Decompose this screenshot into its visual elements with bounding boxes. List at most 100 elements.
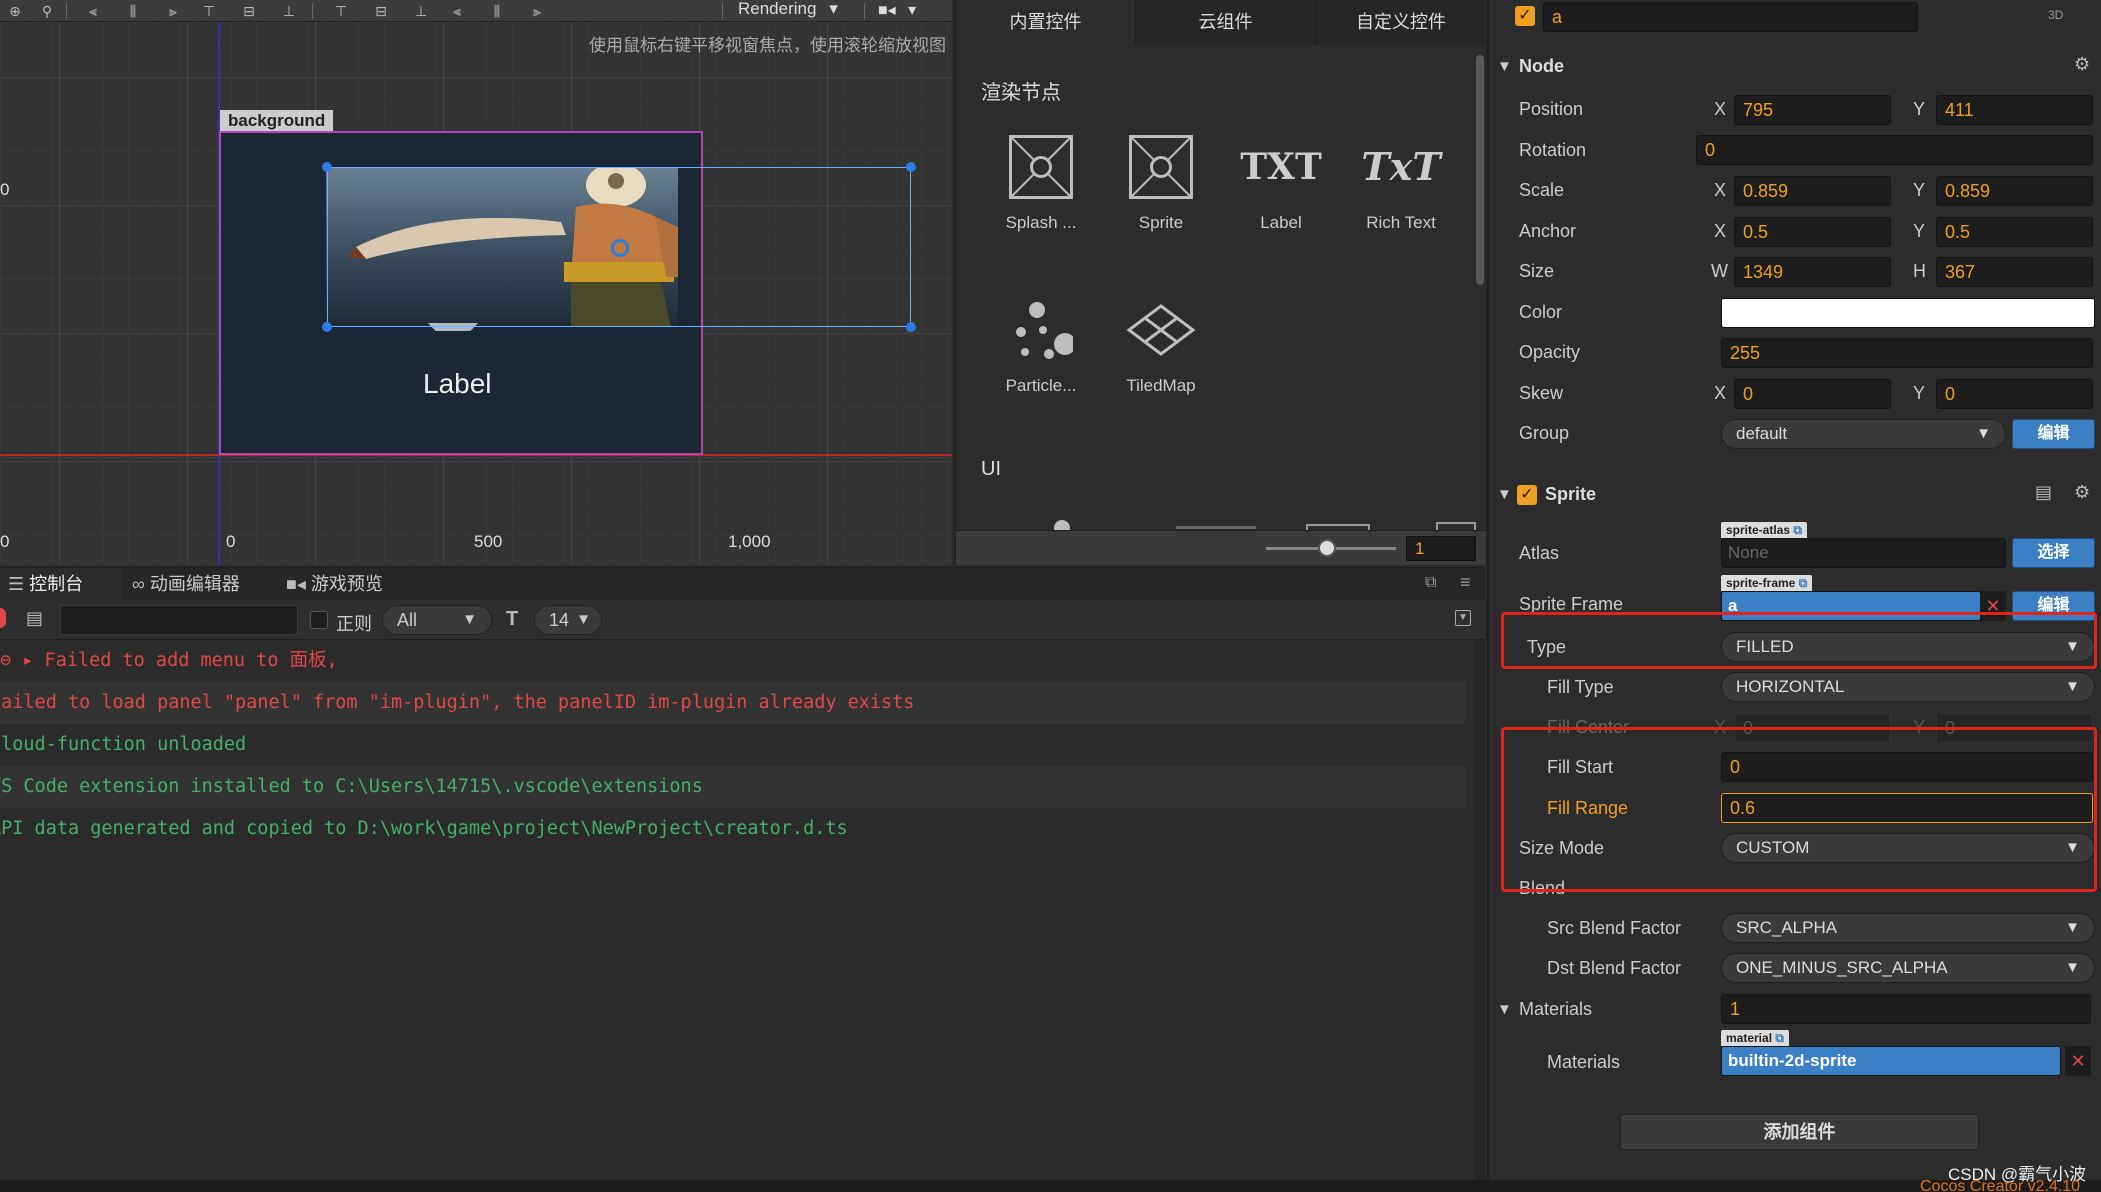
tab-custom[interactable]: 自定义控件 [1316,0,1486,45]
help-book-icon[interactable]: ▤ [2035,482,2052,503]
tab-cloud[interactable]: 云组件 [1136,0,1316,45]
font-size-dropdown[interactable]: 14 ▼ [534,605,602,635]
log-entry[interactable]: VS Code extension installed to C:\Users\… [0,766,1465,808]
distribute-top-icon[interactable]: ⊤ [332,2,350,20]
atlas-asset-field[interactable]: None [1721,538,2006,568]
anchor-y-input[interactable]: 0.5 [1936,217,2093,247]
log-entry[interactable]: API data generated and copied to D:\work… [0,808,1465,850]
tab-builtin[interactable]: 内置控件 [956,0,1136,45]
anchor-point-icon[interactable] [611,239,629,257]
tiledmap-icon [1126,298,1196,362]
resize-handle[interactable] [322,162,332,172]
distribute-left-icon[interactable]: ⫷ [448,2,466,20]
fill-type-dropdown[interactable]: HORIZONTAL ▼ [1721,672,2095,702]
external-link-icon: ⧉ [1775,1031,1784,1045]
anchor-label: Anchor [1519,221,1577,241]
collapse-icon[interactable]: ▼ [1455,610,1471,626]
resize-handle[interactable] [322,322,332,332]
size-w-input[interactable]: 1349 [1734,257,1891,287]
popout-icon[interactable]: ⧉ [1425,574,1436,592]
align-bottom-icon[interactable]: ⊥ [280,2,298,20]
library-item-label[interactable]: TXT Label [1221,135,1341,233]
anchor-x-input[interactable]: 0.5 [1734,217,1891,247]
zoom-in-icon[interactable]: ⊕ [6,2,24,20]
status-bar [0,1180,2101,1192]
gear-icon[interactable]: ⚙ [2074,54,2090,75]
tab-console[interactable]: ☰ 控制台 [0,568,122,600]
material-asset-field[interactable]: builtin-2d-sprite [1721,1046,2061,1076]
sprite-section-header[interactable]: ▼ ✓ Sprite ▤ ⚙ [1489,478,2101,514]
console-scrollbar[interactable] [1475,640,1485,1180]
color-picker[interactable] [1721,298,2095,328]
node-section-header[interactable]: ▼ Node ⚙ [1489,50,2101,86]
gear-icon[interactable]: ⚙ [2074,482,2090,503]
rotation-input[interactable]: 0 [1696,135,2093,165]
distribute-right-icon[interactable]: ⫸ [528,2,546,20]
log-entry[interactable]: Failed to load panel "panel" from "im-pl… [0,682,1465,724]
clear-icon[interactable] [0,608,6,628]
version-label: Cocos Creator v2.4.10 [1920,1178,2081,1192]
tab-label: 游戏预览 [310,574,383,594]
slider-handle[interactable] [1318,539,1336,557]
position-y-input[interactable]: 411 [1936,95,2093,125]
select-atlas-button[interactable]: 选择 [2012,538,2095,568]
library-item-splash[interactable]: Splash ... [981,135,1101,233]
search-icon[interactable]: ⚲ [38,2,56,20]
align-right-icon[interactable]: ⫸ [164,2,182,20]
menu-icon[interactable]: ≡ [1460,572,1471,593]
tab-game-preview[interactable]: ■◂ 游戏预览 [278,568,408,600]
camera-dropdown[interactable]: ■◂ ▾ [878,0,916,20]
animation-icon: ∞ [132,574,150,594]
library-item-particle[interactable]: Particle... [981,298,1101,396]
edit-group-button[interactable]: 编辑 [2012,419,2095,449]
align-center-h-icon[interactable]: ⫼ [124,2,142,20]
size-h-input[interactable]: 367 [1936,257,2093,287]
position-x-input[interactable]: 795 [1734,95,1891,125]
align-center-v-icon[interactable]: ⊟ [240,2,258,20]
log-level-dropdown[interactable]: All ▼ [382,605,492,635]
font-size-value: 14 [549,610,570,630]
scale-x-input[interactable]: 0.859 [1734,176,1891,206]
add-component-button[interactable]: 添加组件 [1620,1114,1979,1150]
collapse-triangle-icon[interactable]: ▼ [1497,1001,1512,1018]
icon-size-input[interactable]: 1 [1406,536,1476,561]
console-search-input[interactable] [60,605,298,635]
sprite-enabled-checkbox[interactable]: ✓ [1517,485,1537,505]
distribute-bottom-icon[interactable]: ⊥ [412,2,430,20]
align-top-icon[interactable]: ⊤ [200,2,218,20]
tab-label: 动画编辑器 [149,574,240,594]
highlight-box-type [1501,612,2097,669]
opacity-input[interactable]: 255 [1721,338,2093,368]
resize-handle[interactable] [906,322,916,332]
node-active-checkbox[interactable]: ✓ [1515,6,1535,26]
library-item-rich-text[interactable]: TxT Rich Text [1341,135,1461,233]
distribute-middle-icon[interactable]: ⊟ [372,2,390,20]
skew-x-input[interactable]: 0 [1734,379,1891,409]
open-log-file-icon[interactable]: ▤ [26,608,43,629]
skew-y-input[interactable]: 0 [1936,379,2093,409]
label-node[interactable]: Label [423,368,492,400]
log-entry[interactable]: ⊖ ▸ Failed to add menu to 面板, [0,640,1475,682]
group-dropdown[interactable]: default ▼ [1721,419,2006,449]
3d-toggle[interactable]: 3D [2048,8,2063,22]
library-item-sprite[interactable]: Sprite [1101,135,1221,233]
clear-asset-icon[interactable]: ✕ [2065,1046,2091,1076]
distribute-center-icon[interactable]: ⫼ [488,2,506,20]
src-blend-label: Src Blend Factor [1547,918,1682,938]
scale-y-input[interactable]: 0.859 [1936,176,2093,206]
dst-blend-dropdown[interactable]: ONE_MINUS_SRC_ALPHA ▼ [1721,953,2095,983]
resize-handle[interactable] [906,162,916,172]
tab-animation-editor[interactable]: ∞ 动画编辑器 [124,568,274,600]
node-name-input[interactable]: a [1543,2,1918,32]
regex-checkbox[interactable] [310,611,328,629]
toolbar-divider [312,3,313,19]
src-blend-dropdown[interactable]: SRC_ALPHA ▼ [1721,913,2095,943]
materials-count-input[interactable]: 1 [1721,994,2091,1024]
log-entry[interactable]: cloud-function unloaded [0,724,1465,766]
rendering-label: Rendering [738,0,817,18]
align-left-icon[interactable]: ⫷ [84,2,102,20]
library-scrollbar[interactable] [1476,55,1484,285]
rendering-dropdown[interactable]: Rendering ▾ [738,0,838,20]
library-item-tiledmap[interactable]: TiledMap [1101,298,1221,396]
dst-blend-label: Dst Blend Factor [1547,958,1682,978]
